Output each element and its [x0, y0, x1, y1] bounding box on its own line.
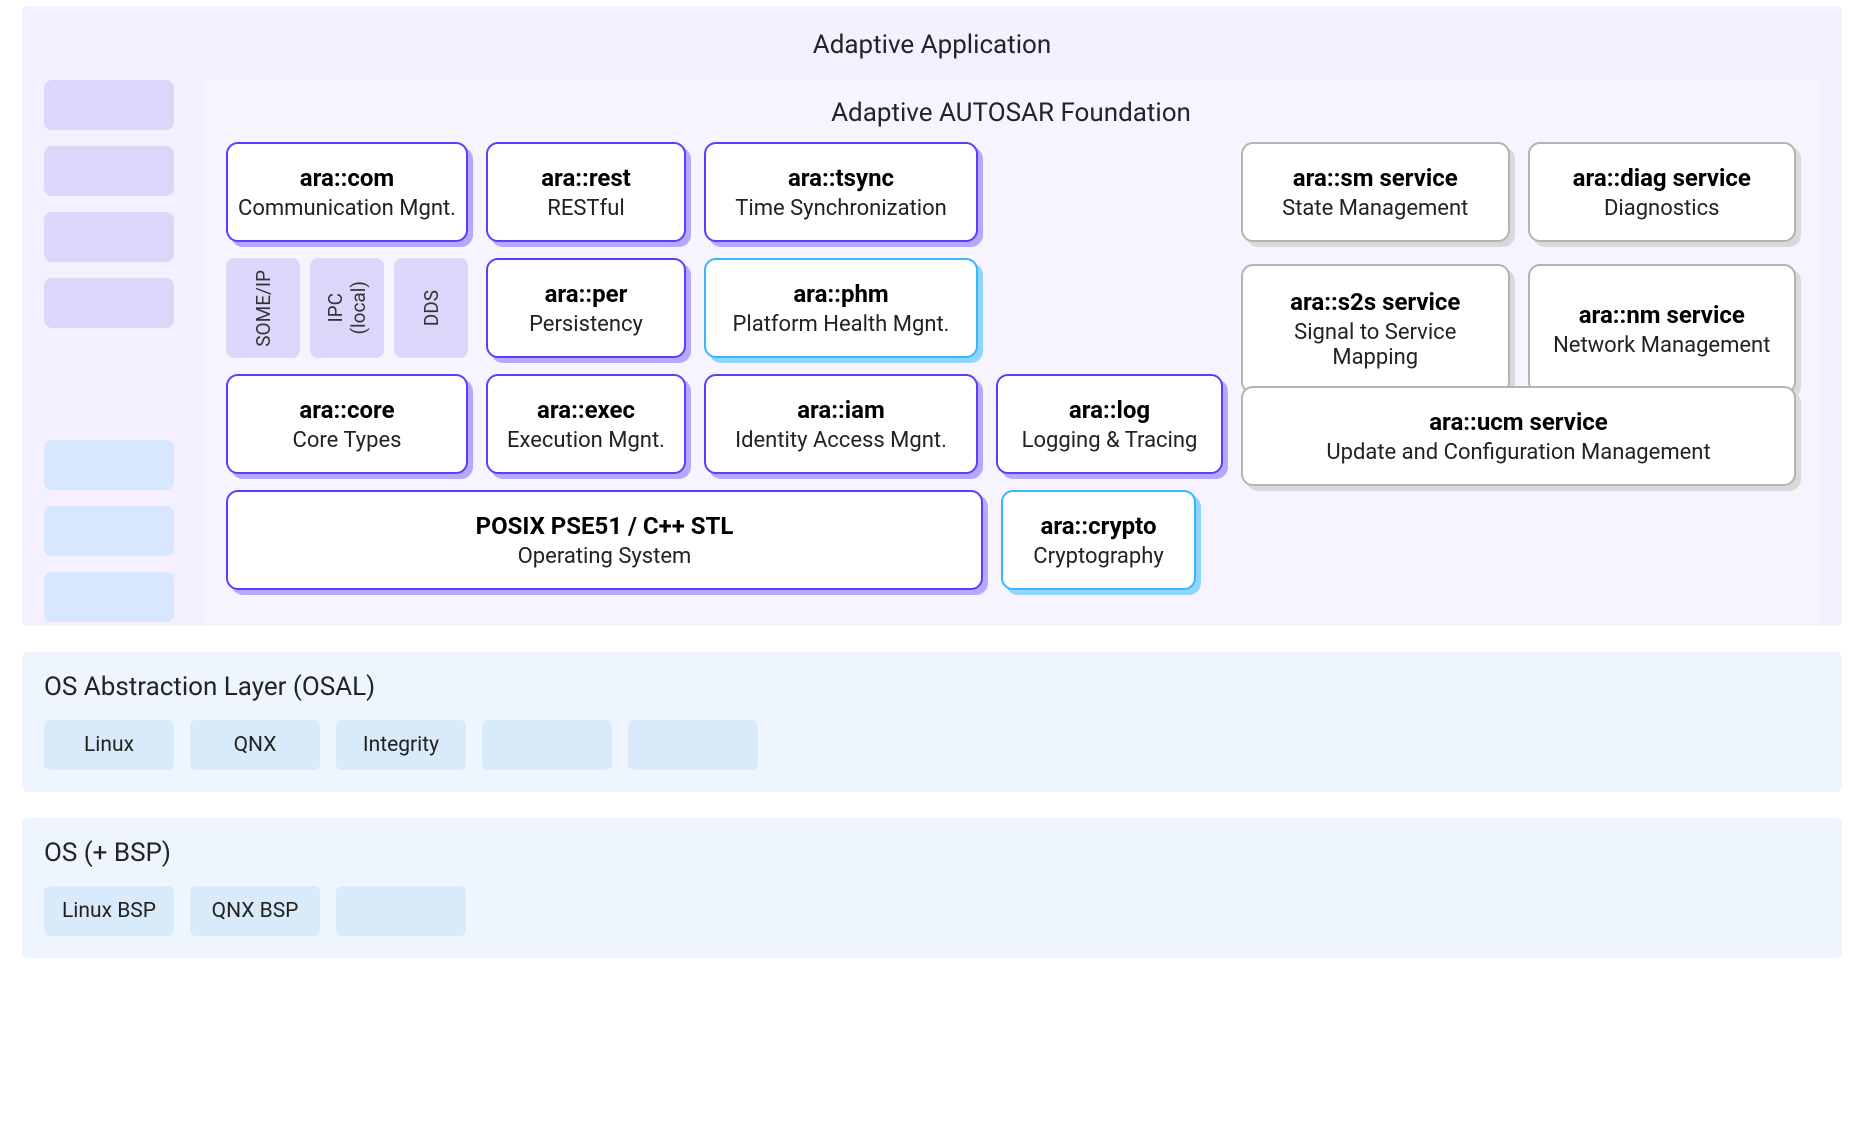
protocol-label: SOME/IP — [252, 270, 275, 347]
service-ara-sm: ara::sm service State Management — [1241, 142, 1510, 242]
osal-chip: QNX — [190, 720, 320, 770]
protocol-dds: DDS — [394, 258, 468, 358]
module-desc: Platform Health Mgnt. — [733, 312, 950, 337]
service-name: ara::s2s service — [1290, 288, 1460, 316]
sidebar-slot — [44, 440, 174, 490]
protocol-label-b: (local) — [347, 281, 370, 334]
module-ara-phm: ara::phm Platform Health Mgnt. — [704, 258, 978, 358]
adaptive-application-panel: Adaptive Application Adaptive AUTOSAR Fo… — [22, 6, 1842, 626]
protocol-label: IPC (local) — [324, 281, 370, 334]
osal-panel: OS Abstraction Layer (OSAL) Linux QNX In… — [22, 652, 1842, 792]
service-desc: State Management — [1282, 196, 1468, 221]
protocol-ipc: IPC (local) — [310, 258, 384, 358]
service-name: ara::diag service — [1573, 164, 1751, 192]
protocol-label-a: IPC — [324, 293, 347, 323]
sidebar-slot — [44, 278, 174, 328]
module-row-2: SOME/IP IPC (local) DDS — [226, 258, 1223, 358]
module-name: ara::per — [545, 280, 628, 308]
module-row-1: ara::com Communication Mgnt. ara::rest R… — [226, 142, 1223, 242]
sidebar-slot — [44, 80, 174, 130]
module-ara-rest: ara::rest RESTful — [486, 142, 686, 242]
service-ara-diag: ara::diag service Diagnostics — [1528, 142, 1797, 242]
protocol-label: DDS — [420, 290, 443, 326]
osbsp-chiprow: Linux BSP QNX BSP — [44, 886, 1820, 936]
service-ara-ucm: ara::ucm service Update and Configuratio… — [1241, 386, 1796, 486]
osbsp-chip: Linux BSP — [44, 886, 174, 936]
module-ara-log: ara::log Logging & Tracing — [996, 374, 1223, 474]
service-desc: Update and Configuration Management — [1326, 440, 1710, 465]
sidebar-slot — [44, 212, 174, 262]
service-name: ara::ucm service — [1429, 408, 1608, 436]
module-ara-tsync: ara::tsync Time Synchronization — [704, 142, 978, 242]
module-row-os: POSIX PSE51 / C++ STL Operating System a… — [226, 490, 1223, 590]
osal-chiprow: Linux QNX Integrity — [44, 720, 1820, 770]
foundation-panel: Adaptive AUTOSAR Foundation ara::com Com… — [202, 80, 1820, 626]
module-name: ara::rest — [541, 164, 631, 192]
adaptive-sidebar — [44, 80, 174, 626]
module-name: POSIX PSE51 / C++ STL — [476, 512, 734, 540]
module-desc: Execution Mgnt. — [507, 428, 665, 453]
service-name: ara::sm service — [1293, 164, 1458, 192]
foundation-title: Adaptive AUTOSAR Foundation — [226, 98, 1796, 128]
module-name: ara::crypto — [1040, 512, 1156, 540]
module-ara-core: ara::core Core Types — [226, 374, 468, 474]
module-desc: Cryptography — [1033, 544, 1164, 569]
sidebar-slot — [44, 572, 174, 622]
module-desc: RESTful — [547, 196, 624, 221]
foundation-content: ara::com Communication Mgnt. ara::rest R… — [226, 142, 1796, 590]
osal-chip: Linux — [44, 720, 174, 770]
module-name: ara::tsync — [788, 164, 894, 192]
foundation-left: ara::com Communication Mgnt. ara::rest R… — [226, 142, 1223, 590]
module-ara-com: ara::com Communication Mgnt. — [226, 142, 468, 242]
module-ara-exec: ara::exec Execution Mgnt. — [486, 374, 686, 474]
service-column: ara::sm service State Management ara::di… — [1241, 142, 1796, 590]
protocol-someip: SOME/IP — [226, 258, 300, 358]
osal-chip: Integrity — [336, 720, 466, 770]
adaptive-body: Adaptive AUTOSAR Foundation ara::com Com… — [44, 80, 1820, 626]
module-desc: Persistency — [529, 312, 643, 337]
module-posix: POSIX PSE51 / C++ STL Operating System — [226, 490, 983, 590]
sidebar-slot — [44, 146, 174, 196]
osbsp-chip-empty — [336, 886, 466, 936]
module-desc: Time Synchronization — [735, 196, 947, 221]
service-desc: Signal to Service Mapping — [1249, 320, 1502, 370]
module-desc: Core Types — [293, 428, 402, 453]
osal-chip-empty — [628, 720, 758, 770]
service-desc: Diagnostics — [1604, 196, 1720, 221]
module-name: ara::log — [1069, 396, 1150, 424]
module-name: ara::exec — [537, 396, 635, 424]
module-desc: Communication Mgnt. — [238, 196, 456, 221]
sidebar-spacer — [44, 344, 174, 424]
sidebar-slot — [44, 506, 174, 556]
service-name: ara::nm service — [1579, 301, 1745, 329]
module-desc: Identity Access Mgnt. — [735, 428, 947, 453]
service-ara-s2s: ara::s2s service Signal to Service Mappi… — [1241, 264, 1510, 394]
module-desc: Operating System — [518, 544, 692, 569]
module-ara-iam: ara::iam Identity Access Mgnt. — [704, 374, 978, 474]
osbsp-panel: OS (+ BSP) Linux BSP QNX BSP — [22, 818, 1842, 958]
module-ara-crypto: ara::crypto Cryptography — [1001, 490, 1196, 590]
osbsp-title: OS (+ BSP) — [44, 838, 1820, 868]
module-ara-per: ara::per Persistency — [486, 258, 686, 358]
osbsp-chip: QNX BSP — [190, 886, 320, 936]
module-name: ara::phm — [793, 280, 888, 308]
osal-chip-empty — [482, 720, 612, 770]
module-desc: Logging & Tracing — [1022, 428, 1198, 453]
module-name: ara::core — [299, 396, 394, 424]
adaptive-application-title: Adaptive Application — [44, 30, 1820, 60]
module-name: ara::iam — [797, 396, 885, 424]
osal-title: OS Abstraction Layer (OSAL) — [44, 672, 1820, 702]
service-ara-nm: ara::nm service Network Management — [1528, 264, 1797, 394]
service-desc: Network Management — [1553, 333, 1770, 358]
protocol-group: SOME/IP IPC (local) DDS — [226, 258, 468, 358]
module-row-3: ara::core Core Types ara::exec Execution… — [226, 374, 1223, 474]
module-name: ara::com — [300, 164, 394, 192]
